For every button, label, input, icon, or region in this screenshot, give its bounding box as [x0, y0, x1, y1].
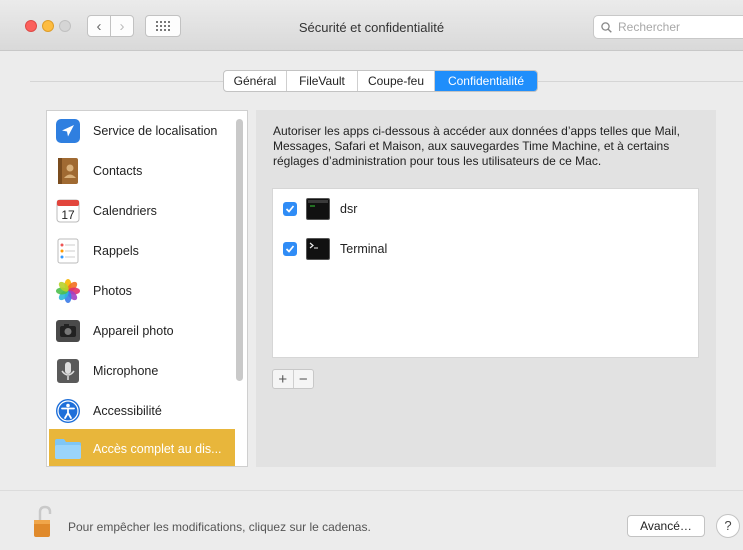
help-button[interactable]: ?	[716, 514, 740, 538]
photos-flower-icon	[54, 277, 82, 305]
calendar-icon: 17	[54, 197, 82, 225]
sidebar-item-label: Calendriers	[93, 204, 157, 218]
accessibility-icon	[54, 397, 82, 425]
add-remove-control: + −	[272, 369, 314, 389]
sidebar-item-contacts[interactable]: Contacts	[49, 151, 235, 191]
privacy-detail-panel: Autoriser les apps ci-dessous à accéder …	[256, 110, 716, 467]
padlock-icon	[34, 505, 52, 537]
checkmark-icon	[285, 245, 295, 253]
allowed-apps-list: dsr Terminal	[272, 188, 699, 358]
microphone-icon	[54, 357, 82, 385]
tab-filevault[interactable]: FileVault	[287, 71, 358, 91]
lock-button[interactable]	[30, 505, 56, 539]
sidebar-item-label: Accessibilité	[93, 404, 162, 418]
app-name: dsr	[340, 202, 358, 216]
title-bar: ‹ › Sécurité et confidentialité	[0, 0, 743, 51]
footer-divider	[0, 490, 743, 491]
calendar-date-text: 17	[61, 208, 75, 222]
sidebar-item-calendars[interactable]: 17 Calendriers	[49, 191, 235, 231]
checkmark-icon	[285, 205, 295, 213]
search-field[interactable]	[593, 15, 743, 39]
sidebar-item-photos[interactable]: Photos	[49, 271, 235, 311]
sidebar-item-full-disk-access[interactable]: Accès complet au dis...	[49, 429, 235, 466]
app-checkbox[interactable]	[283, 202, 297, 216]
contacts-book-icon	[54, 157, 82, 185]
lock-instruction: Pour empêcher les modifications, cliquez…	[68, 520, 371, 534]
remove-app-button[interactable]: −	[294, 370, 314, 388]
list-item[interactable]: Terminal	[283, 237, 387, 261]
app-checkbox[interactable]	[283, 242, 297, 256]
privacy-category-list: Service de localisation Contacts 17 Cale…	[46, 110, 248, 467]
permission-description: Autoriser les apps ci-dessous à accéder …	[273, 124, 680, 168]
app-name: Terminal	[340, 242, 388, 256]
sidebar-item-label: Photos	[93, 284, 132, 298]
sidebar-item-label: Contacts	[93, 164, 143, 178]
tab-firewall[interactable]: Coupe-feu	[358, 71, 435, 91]
sidebar-item-reminders[interactable]: Rappels	[49, 231, 235, 271]
sidebar-item-label: Accès complet au dis...	[93, 442, 222, 456]
add-app-button[interactable]: +	[273, 370, 294, 388]
search-input[interactable]	[616, 19, 740, 35]
preferences-window: ‹ › Sécurité et confidentialité Gé	[0, 0, 743, 550]
sidebar-item-label: Service de localisation	[93, 124, 218, 138]
terminal-app-icon	[306, 198, 330, 220]
sidebar-item-accessibility[interactable]: Accessibilité	[49, 391, 235, 431]
tab-bar: Général FileVault Coupe-feu Confidential…	[223, 70, 538, 92]
terminal-app-icon	[306, 238, 330, 260]
sidebar-item-location-services[interactable]: Service de localisation	[49, 111, 235, 151]
list-item[interactable]: dsr	[283, 197, 357, 221]
sidebar-item-camera[interactable]: Appareil photo	[49, 311, 235, 351]
tab-general[interactable]: Général	[224, 71, 287, 91]
camera-icon	[54, 317, 82, 345]
sidebar-item-label: Rappels	[93, 244, 139, 258]
tab-privacy[interactable]: Confidentialité	[435, 71, 537, 91]
reminders-list-icon	[54, 237, 82, 265]
sidebar-scrollbar[interactable]	[236, 119, 243, 381]
folder-icon	[54, 435, 82, 463]
sidebar-item-microphone[interactable]: Microphone	[49, 351, 235, 391]
sidebar-item-label: Microphone	[93, 364, 159, 378]
location-arrow-icon	[54, 117, 82, 145]
search-icon	[601, 21, 612, 33]
advanced-button[interactable]: Avancé…	[627, 515, 705, 537]
sidebar-item-label: Appareil photo	[93, 324, 174, 338]
